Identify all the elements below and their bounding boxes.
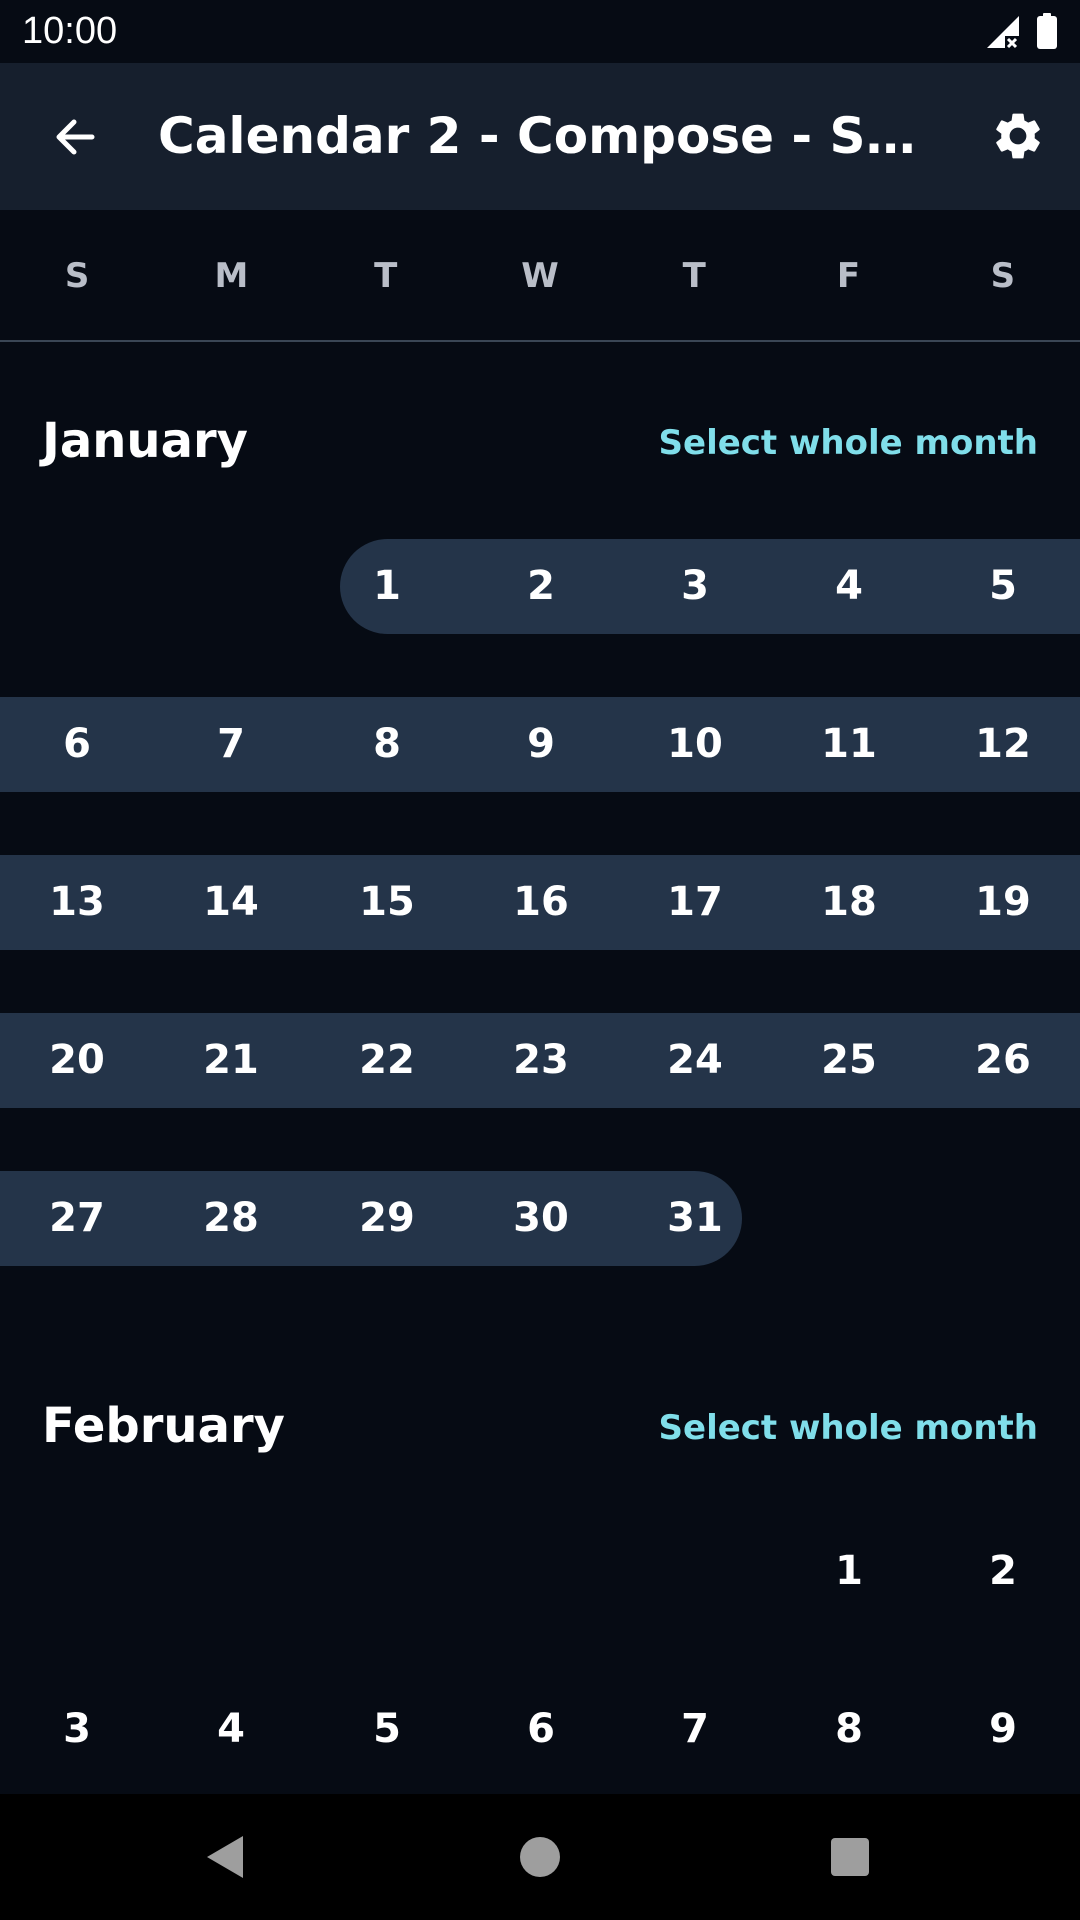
- day-cell[interactable]: 7: [154, 697, 308, 792]
- weekday-monday: M: [214, 256, 249, 296]
- weekday-saturday: S: [990, 256, 1016, 296]
- weekday-wednesday: W: [521, 256, 559, 296]
- page-title: Calendar 2 - Compose - Selec...: [158, 107, 928, 165]
- settings-button[interactable]: [980, 98, 1056, 174]
- week-row: 13 14 15 16 17 18 19: [0, 855, 1080, 950]
- day-cell: [310, 1524, 464, 1619]
- day-cell[interactable]: 15: [310, 855, 464, 950]
- month-header-february: February Select whole month: [0, 1378, 1080, 1478]
- day-cell: [0, 539, 154, 634]
- week-row: 20 21 22 23 24 25 26: [0, 1013, 1080, 1108]
- back-button[interactable]: [36, 99, 112, 175]
- day-cell: [464, 1524, 618, 1619]
- day-cell[interactable]: 24: [618, 1013, 772, 1108]
- day-cell[interactable]: 25: [772, 1013, 926, 1108]
- system-nav-bar: [0, 1794, 1080, 1920]
- day-cell[interactable]: 19: [926, 855, 1080, 950]
- weekday-tuesday: T: [374, 256, 398, 296]
- arrow-back-icon: [56, 119, 95, 155]
- day-cell: [154, 539, 308, 634]
- day-cell[interactable]: 29: [310, 1171, 464, 1266]
- day-cell[interactable]: 16: [464, 855, 618, 950]
- day-cell: [0, 1524, 154, 1619]
- day-cell[interactable]: 14: [154, 855, 308, 950]
- day-cell[interactable]: 3: [618, 539, 772, 634]
- day-cell[interactable]: 13: [0, 855, 154, 950]
- status-bar: 10:00: [0, 0, 1080, 63]
- day-cell[interactable]: 8: [772, 1682, 926, 1777]
- day-cell[interactable]: 6: [0, 697, 154, 792]
- day-cell[interactable]: 9: [464, 697, 618, 792]
- day-cell[interactable]: 1: [310, 539, 464, 634]
- week-row: 6 7 8 9 10 11 12: [0, 697, 1080, 792]
- day-cell[interactable]: 23: [464, 1013, 618, 1108]
- nav-home-icon[interactable]: [520, 1837, 560, 1877]
- day-cell[interactable]: 3: [0, 1682, 154, 1777]
- day-cell[interactable]: 2: [464, 539, 618, 634]
- gear-icon: [996, 113, 1040, 159]
- day-cell: [926, 1171, 1080, 1266]
- weekday-thursday: T: [682, 256, 706, 296]
- month-title: January: [42, 413, 248, 469]
- day-cell[interactable]: 6: [464, 1682, 618, 1777]
- day-cell: [618, 1524, 772, 1619]
- day-cell: [772, 1171, 926, 1266]
- month-header-january: January Select whole month: [0, 393, 1080, 493]
- day-cell[interactable]: 9: [926, 1682, 1080, 1777]
- day-cell[interactable]: 21: [154, 1013, 308, 1108]
- day-cell[interactable]: 2: [926, 1524, 1080, 1619]
- day-cell[interactable]: 22: [310, 1013, 464, 1108]
- week-row: 1 2: [0, 1524, 1080, 1619]
- day-cell[interactable]: 1: [772, 1524, 926, 1619]
- week-row: 3 4 5 6 7 8 9: [0, 1682, 1080, 1777]
- weekday-sunday: S: [64, 256, 90, 296]
- day-cell[interactable]: 27: [0, 1171, 154, 1266]
- day-cell[interactable]: 18: [772, 855, 926, 950]
- day-cell[interactable]: 12: [926, 697, 1080, 792]
- day-cell[interactable]: 4: [154, 1682, 308, 1777]
- week-row: 1 2 3 4 5: [0, 539, 1080, 634]
- select-whole-month-button[interactable]: Select whole month: [659, 1408, 1038, 1448]
- day-cell[interactable]: 10: [618, 697, 772, 792]
- status-time: 10:00: [22, 10, 118, 52]
- day-cell[interactable]: 30: [464, 1171, 618, 1266]
- day-cell[interactable]: 26: [926, 1013, 1080, 1108]
- day-cell[interactable]: 31: [618, 1171, 772, 1266]
- day-cell[interactable]: 5: [310, 1682, 464, 1777]
- week-row: 27 28 29 30 31: [0, 1171, 1080, 1266]
- signal-off-icon: [987, 16, 1019, 49]
- day-cell[interactable]: 20: [0, 1013, 154, 1108]
- nav-recents-icon[interactable]: [831, 1838, 869, 1876]
- day-cell[interactable]: 17: [618, 855, 772, 950]
- nav-back-icon[interactable]: [205, 1834, 245, 1880]
- day-cell[interactable]: 5: [926, 539, 1080, 634]
- weekday-friday: F: [836, 256, 861, 296]
- battery-icon: [1037, 13, 1057, 49]
- day-cell[interactable]: 4: [772, 539, 926, 634]
- day-cell[interactable]: 28: [154, 1171, 308, 1266]
- day-cell[interactable]: 7: [618, 1682, 772, 1777]
- day-cell[interactable]: 8: [310, 697, 464, 792]
- app-bar: Calendar 2 - Compose - Selec...: [0, 63, 1080, 210]
- select-whole-month-button[interactable]: Select whole month: [659, 423, 1038, 463]
- month-title: February: [42, 1398, 285, 1454]
- weekday-header: S M T W T F S: [0, 210, 1080, 342]
- day-cell: [154, 1524, 308, 1619]
- day-cell[interactable]: 11: [772, 697, 926, 792]
